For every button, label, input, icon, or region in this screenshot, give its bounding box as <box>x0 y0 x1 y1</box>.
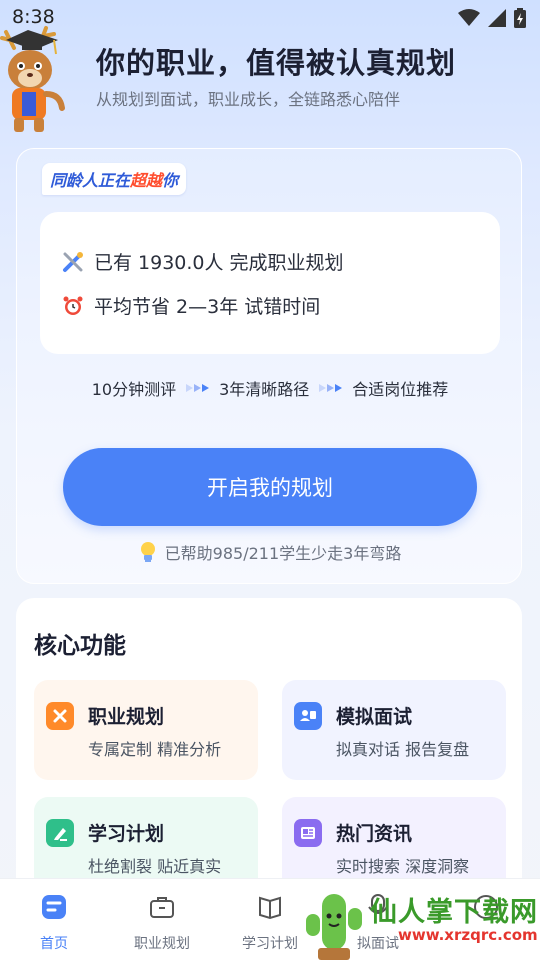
step-recommend: 合适岗位推荐 <box>352 380 449 399</box>
home-icon <box>42 895 66 919</box>
nav-label: 职业规划 <box>134 936 190 952</box>
peer-badge-prefix: 同龄人正在 <box>50 171 131 190</box>
helped-note-text: 已帮助985/211学生少走3年弯路 <box>164 544 402 563</box>
nav-item-career-plan[interactable]: 职业规划 <box>108 879 216 960</box>
feature-title: 职业规划 <box>88 706 165 728</box>
step-arrow-icon <box>319 384 343 392</box>
feature-desc: 专属定制 精准分析 <box>88 740 222 759</box>
book-icon <box>259 896 281 920</box>
step-assessment: 10分钟测评 <box>91 380 177 399</box>
peer-badge: 同龄人正在 超越 你 <box>42 163 187 195</box>
stat-text-saved: 平均节省 2—3年 试错时间 <box>94 296 321 318</box>
status-bar: 8:38 <box>0 0 540 36</box>
battery-icon <box>514 8 526 28</box>
core-features-title: 核心功能 <box>34 633 126 659</box>
steps-row: 10分钟测评 3年清晰路径 合适岗位推荐 <box>0 376 540 400</box>
stat-row-saved: 平均节省 2—3年 试错时间 <box>62 292 320 319</box>
hero-subtitle: 从规划到面试，职业成长，全链路悉心陪伴 <box>96 90 401 109</box>
feature-career-plan[interactable]: 职业规划 专属定制 精准分析 <box>34 680 258 780</box>
signal-icon <box>488 9 506 27</box>
status-icons <box>458 8 526 28</box>
career-plan-icon <box>46 702 74 730</box>
start-plan-button[interactable]: 开启我的规划 <box>63 448 477 526</box>
feature-desc: 拟真对话 报告复盘 <box>336 740 470 759</box>
lightbulb-icon <box>140 542 155 562</box>
briefcase-icon <box>150 897 174 918</box>
nav-item-home[interactable]: 首页 <box>0 879 108 960</box>
mascot-deer-icon <box>0 26 65 132</box>
tools-icon <box>62 251 84 273</box>
wifi-icon <box>458 9 480 26</box>
mock-interview-icon <box>294 702 322 730</box>
nav-label: 首页 <box>40 936 68 952</box>
feature-title: 模拟面试 <box>336 706 413 728</box>
news-icon <box>294 819 322 847</box>
cactus-logo-icon <box>306 894 362 960</box>
feature-title: 学习计划 <box>88 823 165 845</box>
feature-desc: 杜绝割裂 贴近真实 <box>88 857 222 876</box>
watermark-text: 仙人掌下载网 <box>370 897 538 928</box>
feature-mock-interview[interactable]: 模拟面试 拟真对话 报告复盘 <box>282 680 506 780</box>
stat-text-completed: 已有 1930.0人 完成职业规划 <box>94 252 344 274</box>
study-plan-icon <box>46 819 74 847</box>
peer-badge-highlight: 超越 <box>130 171 163 190</box>
step-path: 3年清晰路径 <box>219 380 310 399</box>
watermark-url: www.xrzqrc.com <box>398 926 538 944</box>
watermark: 仙人掌下载网 www.xrzqrc.com <box>298 886 540 960</box>
hero-title: 你的职业，值得被认真规划 <box>96 46 457 80</box>
peer-badge-suffix: 你 <box>162 171 179 190</box>
step-arrow-icon <box>186 384 210 392</box>
feature-title: 热门资讯 <box>336 823 413 845</box>
feature-desc: 实时搜索 深度洞察 <box>336 857 470 876</box>
stat-row-completed: 已有 1930.0人 完成职业规划 <box>62 248 344 275</box>
helped-note: 已帮助985/211学生少走3年弯路 <box>0 540 540 564</box>
alarm-clock-icon <box>62 295 84 317</box>
stats-box: 已有 1930.0人 完成职业规划 平均节省 2—3年 试错时间 <box>40 212 500 354</box>
